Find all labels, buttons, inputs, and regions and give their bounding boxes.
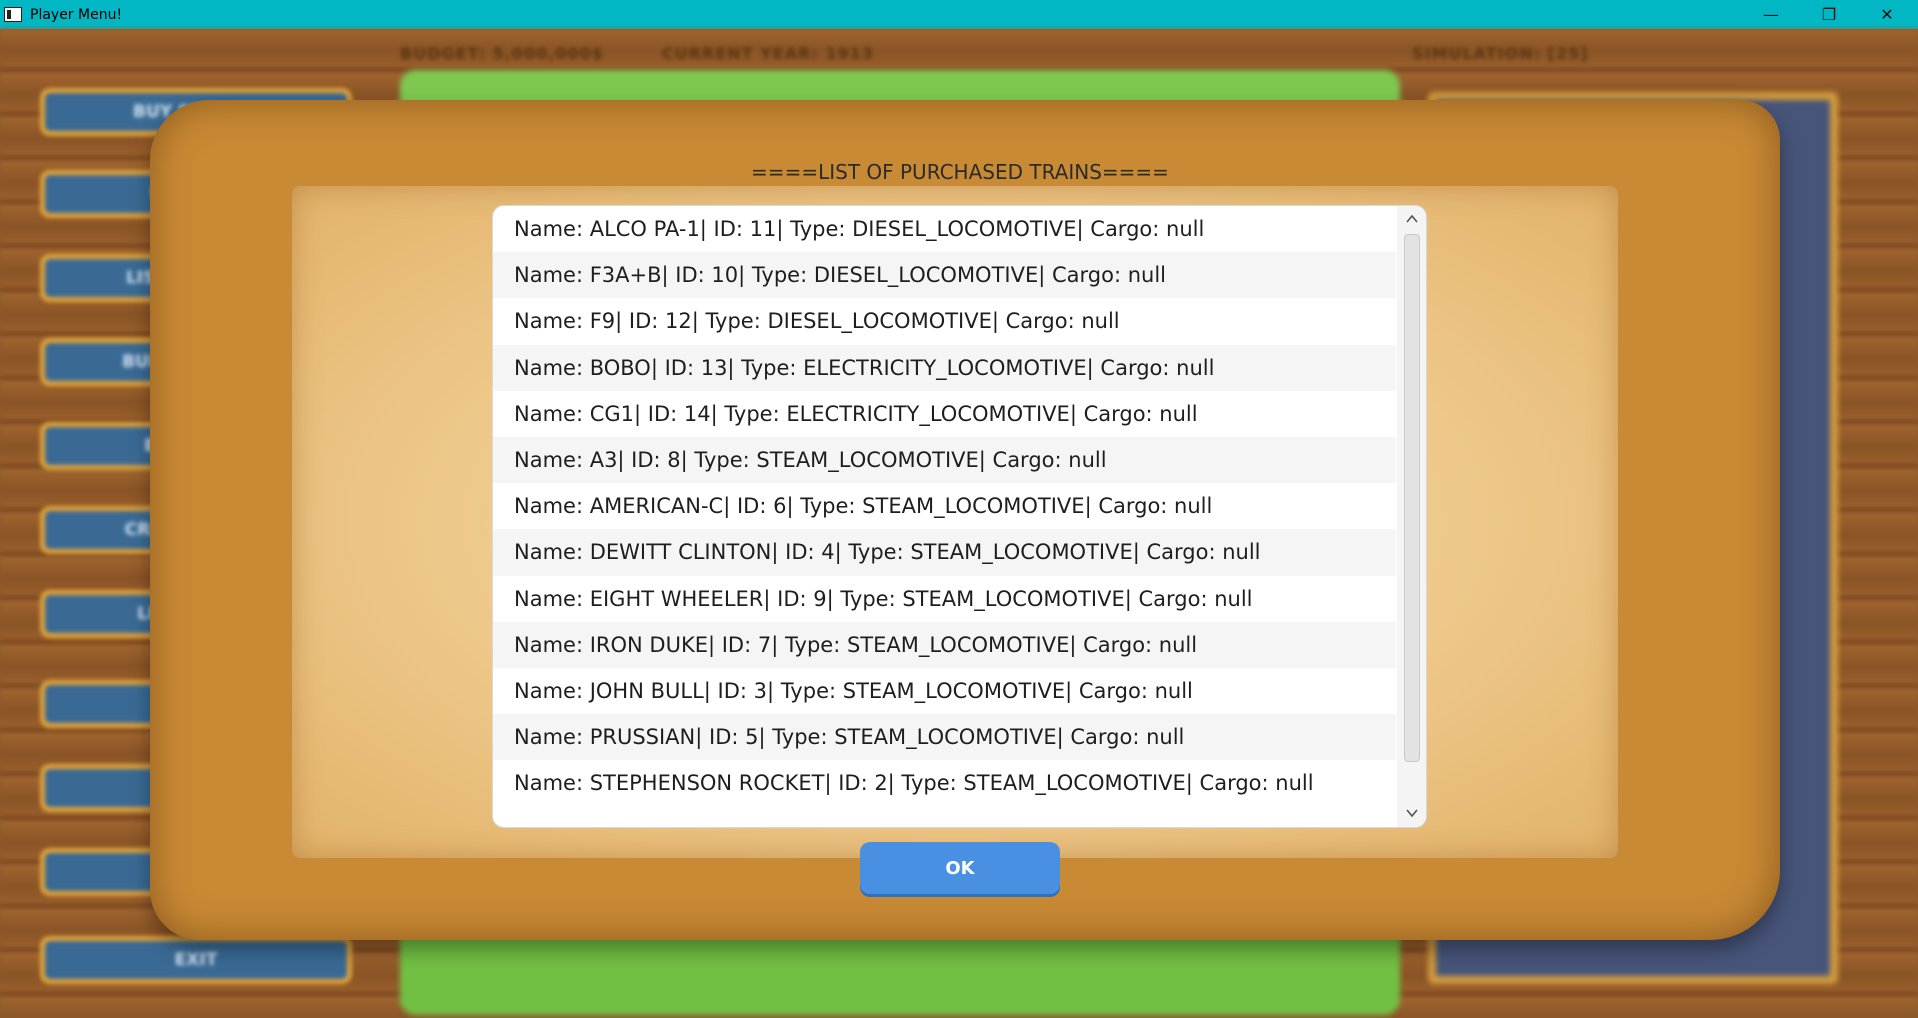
- list-item[interactable]: Name: DEWITT CLINTON| ID: 4| Type: STEAM…: [493, 529, 1396, 576]
- budget-label: BUDGET: 5,000,000$: [400, 44, 604, 63]
- list-rows: Name: ALCO PA-1| ID: 11| Type: DIESEL_LO…: [493, 206, 1396, 806]
- current-year-label: CURRENT YEAR: 1913: [662, 44, 874, 63]
- title-bar: Player Menu! — ❐ ✕: [0, 0, 1918, 29]
- scroll-thumb[interactable]: [1404, 234, 1420, 762]
- maximize-button[interactable]: ❐: [1800, 0, 1858, 29]
- list-scrollbar[interactable]: [1397, 206, 1426, 827]
- side-button-exit[interactable]: EXIT: [40, 936, 352, 984]
- list-item[interactable]: Name: F9| ID: 12| Type: DIESEL_LOCOMOTIV…: [493, 298, 1396, 344]
- list-item[interactable]: Name: CG1| ID: 14| Type: ELECTRICITY_LOC…: [493, 391, 1396, 437]
- close-button[interactable]: ✕: [1858, 0, 1916, 29]
- list-item[interactable]: Name: ALCO PA-1| ID: 11| Type: DIESEL_LO…: [493, 206, 1396, 252]
- list-item[interactable]: Name: STEPHENSON ROCKET| ID: 2| Type: ST…: [493, 760, 1396, 806]
- purchased-trains-list[interactable]: Name: ALCO PA-1| ID: 11| Type: DIESEL_LO…: [492, 205, 1427, 828]
- list-item[interactable]: Name: AMERICAN-C| ID: 6| Type: STEAM_LOC…: [493, 483, 1396, 529]
- chevron-up-icon[interactable]: [1403, 210, 1421, 228]
- list-item[interactable]: Name: IRON DUKE| ID: 7| Type: STEAM_LOCO…: [493, 621, 1396, 668]
- simulation-label: SIMULATION: [25]: [1412, 44, 1589, 63]
- app-window-icon: [4, 7, 22, 22]
- list-item[interactable]: Name: PRUSSIAN| ID: 5| Type: STEAM_LOCOM…: [493, 714, 1396, 761]
- dialog-title: ====LIST OF PURCHASED TRAINS====: [751, 160, 1169, 184]
- ok-button[interactable]: OK: [860, 842, 1060, 894]
- chevron-down-icon[interactable]: [1403, 804, 1421, 822]
- list-item[interactable]: Name: EIGHT WHEELER| ID: 9| Type: STEAM_…: [493, 576, 1396, 622]
- list-item[interactable]: Name: BOBO| ID: 13| Type: ELECTRICITY_LO…: [493, 344, 1396, 391]
- list-item[interactable]: Name: F3A+B| ID: 10| Type: DIESEL_LOCOMO…: [493, 252, 1396, 299]
- minimize-button[interactable]: —: [1742, 0, 1800, 29]
- list-item[interactable]: Name: JOHN BULL| ID: 3| Type: STEAM_LOCO…: [493, 668, 1396, 714]
- list-item[interactable]: Name: A3| ID: 8| Type: STEAM_LOCOMOTIVE|…: [493, 436, 1396, 484]
- window-title: Player Menu!: [30, 6, 123, 23]
